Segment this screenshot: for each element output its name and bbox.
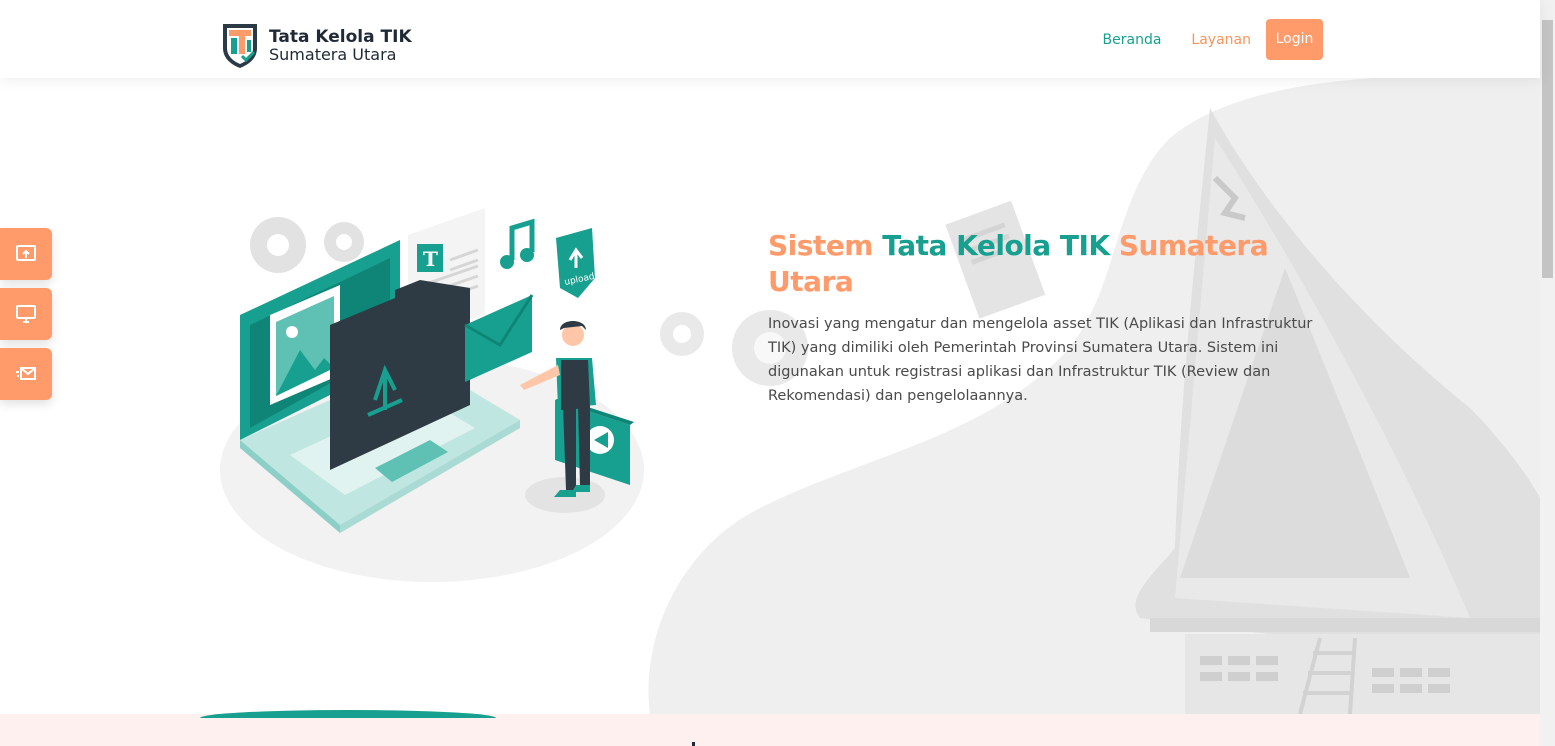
brand[interactable]: Tata Kelola TIK Sumatera Utara <box>220 22 412 70</box>
scrollbar-thumb[interactable] <box>1542 20 1553 278</box>
text-T-icon: T <box>423 247 438 271</box>
site-header: Tata Kelola TIK Sumatera Utara Beranda L… <box>0 0 1540 78</box>
brand-subtitle: Sumatera Utara <box>269 45 397 64</box>
mail-fast-icon <box>16 367 36 380</box>
upload-screen-icon <box>16 245 36 261</box>
hero-description: Inovasi yang mengatur dan mengelola asse… <box>768 316 1313 404</box>
next-section <box>0 710 1540 746</box>
brand-title: Tata Kelola TIK <box>269 27 412 47</box>
nav-layanan-link[interactable]: Layanan <box>1191 32 1251 48</box>
shield-logo-icon <box>223 24 257 68</box>
upload-tag-icon: upload <box>556 228 596 298</box>
main-nav: Beranda Layanan Login <box>1073 19 1323 60</box>
gear-icon <box>250 217 364 273</box>
hero-text: Sistem Tata Kelola TIK Sumatera Utara In… <box>768 228 1328 408</box>
nav-beranda-link[interactable]: Beranda <box>1103 32 1162 48</box>
section-heading-fragment <box>692 742 695 746</box>
side-action-buttons <box>0 228 52 408</box>
side-upload-button[interactable] <box>0 228 52 280</box>
music-note-icon <box>500 218 535 269</box>
side-monitor-button[interactable] <box>0 288 52 340</box>
hero-title: Sistem Tata Kelola TIK Sumatera Utara <box>768 228 1328 300</box>
hero-title-tata-kelola: Tata Kelola TIK <box>882 229 1110 262</box>
hero-illustration: T upload <box>220 208 644 582</box>
page-scrollbar[interactable] <box>1540 0 1555 746</box>
login-button[interactable]: Login <box>1266 19 1323 60</box>
monitor-icon <box>16 305 36 323</box>
side-mail-button[interactable] <box>0 348 52 400</box>
hero-title-sistem: Sistem <box>768 229 873 262</box>
